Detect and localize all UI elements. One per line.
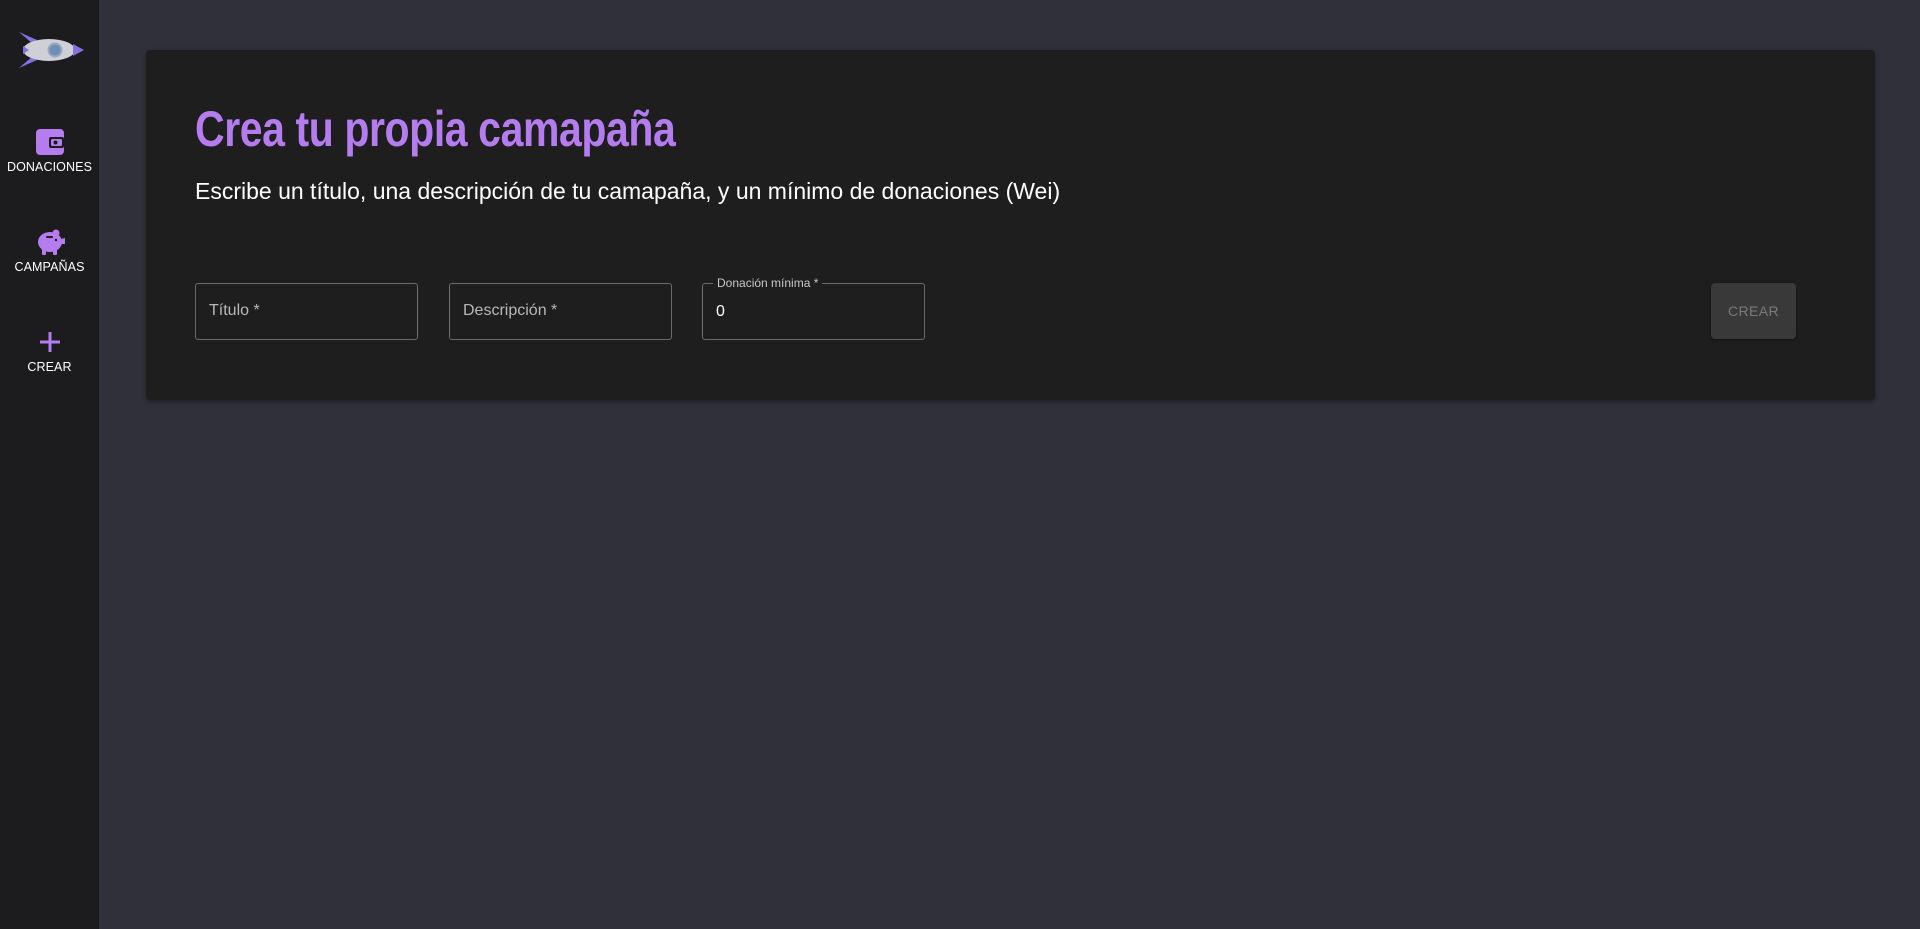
sidebar-item-campanas[interactable]: CAMPAÑAS: [0, 227, 99, 274]
wallet-icon: [35, 127, 65, 157]
sidebar-item-donaciones[interactable]: DONACIONES: [0, 127, 99, 174]
piggy-bank-icon: [35, 227, 65, 257]
sidebar-item-crear[interactable]: CREAR: [0, 327, 99, 374]
create-campaign-card: Crea tu propia camapaña Escribe un títul…: [146, 50, 1875, 400]
crear-button[interactable]: CREAR: [1711, 283, 1796, 339]
donacion-minima-input[interactable]: Donación mínima * 0: [702, 276, 925, 340]
plus-icon: [35, 327, 65, 357]
rocket-icon[interactable]: [13, 30, 85, 70]
sidebar-item-label: CREAR: [27, 360, 72, 374]
donacion-minima-label: Donación mínima *: [713, 276, 823, 290]
sidebar-item-label: DONACIONES: [6, 160, 93, 174]
sidebar: DONACIONES CAMPAÑAS CREAR: [0, 0, 99, 929]
titulo-input[interactable]: Título *: [195, 283, 418, 340]
titulo-placeholder: Título *: [209, 302, 260, 319]
page-subtitle: Escribe un título, una descripción de tu…: [195, 178, 1061, 204]
sidebar-item-label: CAMPAÑAS: [14, 260, 85, 274]
donacion-minima-value: 0: [716, 303, 725, 320]
descripcion-placeholder: Descripción *: [463, 302, 558, 319]
page-title: Crea tu propia camapaña: [195, 101, 676, 157]
descripcion-input[interactable]: Descripción *: [449, 283, 672, 340]
